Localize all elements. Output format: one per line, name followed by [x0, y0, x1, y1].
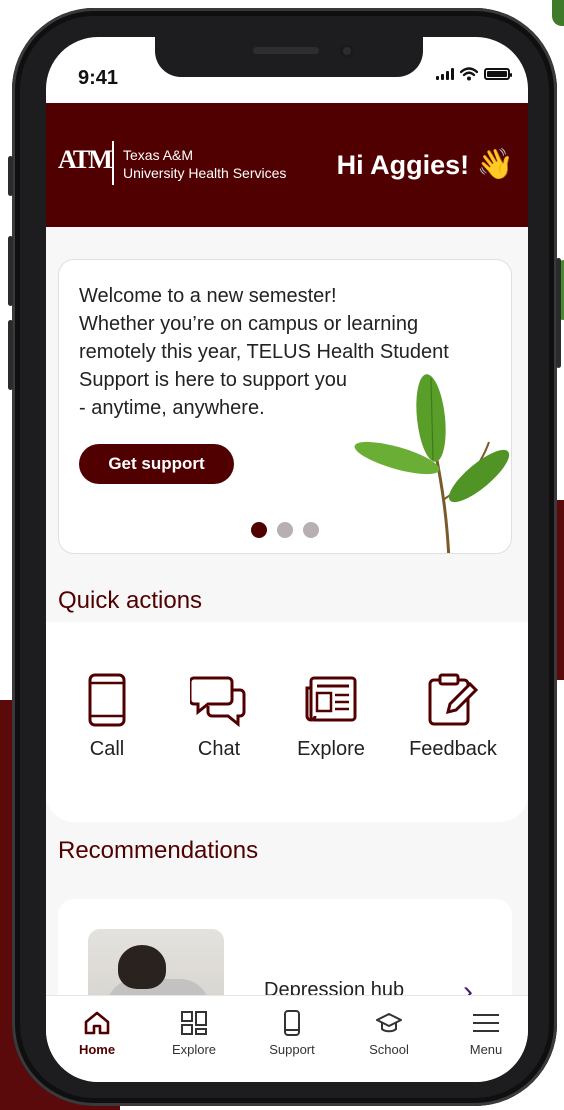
home-icon	[84, 1011, 110, 1035]
quick-action-label: Chat	[197, 738, 241, 760]
welcome-banner[interactable]: Welcome to a new semester! Whether you’r…	[58, 259, 512, 554]
banner-line: remotely this year, TELUS Health Student	[79, 341, 449, 363]
recommendation-title: Depression hub	[264, 979, 405, 995]
quick-actions-title: Quick actions	[58, 587, 203, 614]
tab-menu[interactable]: Menu	[438, 1010, 528, 1057]
carousel-dot[interactable]	[277, 522, 293, 538]
greeting: Hi Aggies! 👋	[337, 147, 514, 182]
tab-home[interactable]: Home	[49, 1010, 145, 1057]
tab-support[interactable]: Support	[244, 1010, 340, 1057]
quick-action-explore[interactable]: Explore	[276, 672, 386, 761]
greeting-text: Hi Aggies!	[336, 150, 470, 180]
quick-action-label: Explore	[297, 738, 365, 760]
bottom-tab-bar: Home Explore Support School Menu	[46, 995, 528, 1082]
get-support-button[interactable]: Get support	[79, 444, 234, 484]
recommendation-card[interactable]: Depression hub ›	[58, 899, 512, 995]
app-screen: 9:41 ATM Texas A&M University Health Ser…	[46, 37, 528, 1082]
waving-hand-icon: 👋	[476, 148, 514, 181]
graduation-cap-icon	[376, 1013, 402, 1033]
quick-actions-panel: Call Chat Explore Feedback	[46, 622, 528, 822]
chat-bubbles-icon	[190, 676, 246, 728]
quick-action-feedback[interactable]: Feedback	[398, 672, 508, 761]
wifi-icon	[460, 67, 478, 81]
phone-side-button	[8, 156, 13, 196]
status-icons	[436, 67, 512, 81]
banner-line: Whether you’re on campus or learning	[79, 313, 419, 335]
phone-side-button	[556, 258, 561, 368]
quick-action-chat[interactable]: Chat	[164, 672, 274, 761]
banner-line: Welcome to a new semester!	[79, 285, 337, 307]
chevron-right-icon[interactable]: ›	[463, 975, 473, 995]
quick-action-label: Feedback	[409, 738, 497, 760]
newspaper-icon	[305, 676, 357, 722]
carousel-dot[interactable]	[303, 522, 319, 538]
recommendation-thumbnail	[88, 929, 224, 995]
tab-school[interactable]: School	[341, 1010, 437, 1057]
clipboard-edit-icon	[428, 673, 479, 726]
tab-label: Explore	[171, 1042, 217, 1057]
tamu-logo: ATM	[58, 145, 113, 174]
background-leaf	[552, 0, 564, 26]
home-content[interactable]: Welcome to a new semester! Whether you’r…	[46, 227, 528, 995]
phone-side-button	[8, 320, 13, 390]
hamburger-menu-icon	[473, 1014, 499, 1032]
tab-label: School	[369, 1042, 409, 1057]
phone-side-button	[8, 236, 13, 306]
logo-line1: Texas A&M	[123, 147, 194, 163]
front-camera	[340, 44, 354, 58]
plant-illustration	[354, 374, 510, 553]
phone-notch	[155, 37, 423, 77]
logo-line2: University Health Services	[123, 165, 287, 181]
recommendations-title: Recommendations	[58, 837, 259, 864]
tab-label: Home	[78, 1042, 116, 1057]
status-time: 9:41	[78, 67, 119, 89]
tab-label: Menu	[469, 1042, 503, 1057]
carousel-dots	[251, 522, 319, 538]
quick-action-label: Call	[89, 738, 125, 760]
logo-divider	[112, 141, 114, 185]
cellular-signal-icon	[436, 68, 454, 80]
phone-icon	[284, 1010, 300, 1036]
tab-explore[interactable]: Explore	[146, 1010, 242, 1057]
speaker-grille	[253, 47, 319, 54]
carousel-dot[interactable]	[251, 522, 267, 538]
battery-icon	[484, 68, 512, 80]
app-header: ATM Texas A&M University Health Services…	[46, 103, 528, 227]
phone-icon	[88, 673, 126, 727]
grid-icon	[181, 1011, 207, 1035]
tab-label: Support	[269, 1042, 315, 1057]
quick-action-call[interactable]: Call	[52, 672, 162, 761]
